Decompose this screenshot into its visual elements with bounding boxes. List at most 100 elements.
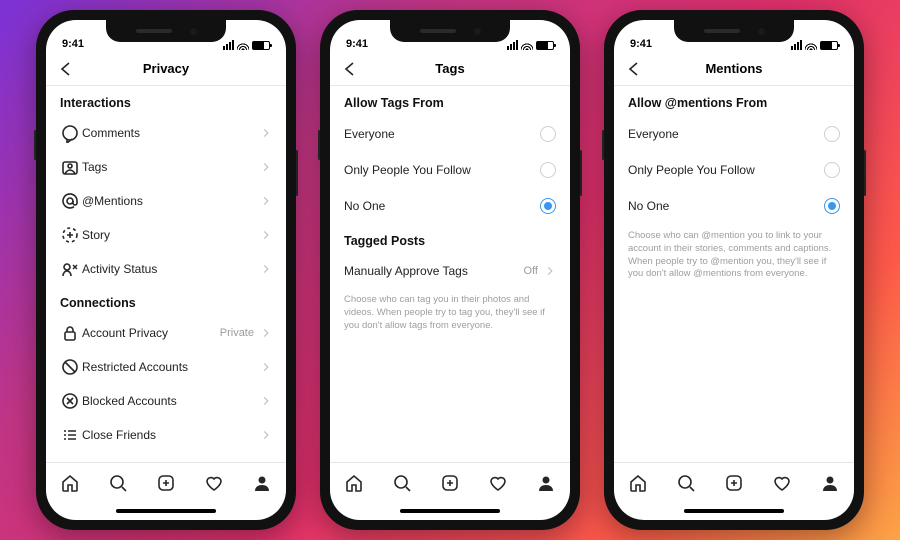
tab-activity-heart[interactable] — [204, 473, 224, 493]
notch — [674, 20, 794, 42]
screen: 9:41 Privacy Interactions Comments Tags … — [46, 20, 286, 520]
section-header: Allow Tags From — [330, 86, 570, 116]
wifi-icon — [237, 41, 249, 50]
row-label: Story — [82, 228, 260, 242]
phone-frame: 9:41 Privacy Interactions Comments Tags … — [36, 10, 296, 530]
screen: 9:41 Mentions Allow @mentions From Every… — [614, 20, 854, 520]
wifi-icon — [805, 41, 817, 50]
closefriends-icon — [60, 425, 82, 445]
row-label: Comments — [82, 126, 260, 140]
back-button[interactable] — [624, 59, 644, 79]
home-indicator — [330, 502, 570, 520]
option-2[interactable]: No One — [330, 188, 570, 224]
row-value: Private — [220, 327, 254, 339]
row-restricted[interactable]: Restricted Accounts — [46, 350, 286, 384]
section-header: Allow @mentions From — [614, 86, 854, 116]
wifi-icon — [521, 41, 533, 50]
tab-create[interactable] — [156, 473, 176, 493]
row-comments[interactable]: Comments — [46, 116, 286, 150]
row-tags[interactable]: Tags — [46, 150, 286, 184]
option-1[interactable]: Only People You Follow — [330, 152, 570, 188]
tab-home[interactable] — [628, 473, 648, 493]
row-blocked[interactable]: Blocked Accounts — [46, 384, 286, 418]
row-label: Close Friends — [82, 428, 260, 442]
radio-icon — [540, 126, 556, 142]
home-indicator — [46, 502, 286, 520]
row-account-privacy[interactable]: Account Privacy Private — [46, 316, 286, 350]
battery-icon — [252, 41, 270, 50]
story-icon — [60, 225, 82, 245]
radio-icon — [824, 198, 840, 214]
option-label: Everyone — [344, 127, 395, 141]
status-time: 9:41 — [62, 38, 84, 50]
tab-create[interactable] — [724, 473, 744, 493]
tab-home[interactable] — [60, 473, 80, 493]
phone-frame: 9:41 Tags Allow Tags From Everyone Only … — [320, 10, 580, 530]
option-1[interactable]: Only People You Follow — [614, 152, 854, 188]
notch — [390, 20, 510, 42]
row-label: Activity Status — [82, 262, 260, 276]
tag-icon — [60, 157, 82, 177]
option-2[interactable]: No One — [614, 188, 854, 224]
chevron-right-icon — [260, 395, 272, 407]
row-close-friends[interactable]: Close Friends — [46, 418, 286, 452]
status-time: 9:41 — [346, 38, 368, 50]
tab-bar — [330, 462, 570, 502]
page-title: Tags — [435, 61, 464, 76]
option-label: No One — [344, 199, 385, 213]
chevron-right-icon — [544, 265, 556, 277]
tab-search[interactable] — [392, 473, 412, 493]
signal-icon — [507, 40, 518, 50]
radio-icon — [540, 198, 556, 214]
content: Allow Tags From Everyone Only People You… — [330, 86, 570, 462]
helper-text: Choose who can tag you in their photos a… — [330, 288, 570, 332]
row-label: Restricted Accounts — [82, 360, 260, 374]
battery-icon — [820, 41, 838, 50]
nav-bar: Mentions — [614, 52, 854, 86]
back-button[interactable] — [56, 59, 76, 79]
tab-home[interactable] — [344, 473, 364, 493]
chevron-right-icon — [260, 127, 272, 139]
restricted-icon — [60, 357, 82, 377]
section-header: Interactions — [46, 86, 286, 116]
section-header: Tagged Posts — [330, 224, 570, 254]
back-button[interactable] — [340, 59, 360, 79]
chevron-right-icon — [260, 429, 272, 441]
tab-profile[interactable] — [536, 473, 556, 493]
tab-search[interactable] — [108, 473, 128, 493]
battery-icon — [536, 41, 554, 50]
option-0[interactable]: Everyone — [614, 116, 854, 152]
activity-icon — [60, 259, 82, 279]
tab-create[interactable] — [440, 473, 460, 493]
page-title: Mentions — [705, 61, 762, 76]
page-title: Privacy — [143, 61, 189, 76]
row-label: Tags — [82, 160, 260, 174]
chevron-right-icon — [260, 263, 272, 275]
radio-icon — [824, 126, 840, 142]
option-label: Only People You Follow — [628, 163, 755, 177]
row-value: Off — [524, 265, 538, 277]
tab-profile[interactable] — [252, 473, 272, 493]
screen: 9:41 Tags Allow Tags From Everyone Only … — [330, 20, 570, 520]
blocked-icon — [60, 391, 82, 411]
tab-search[interactable] — [676, 473, 696, 493]
section-header: Connections — [46, 286, 286, 316]
status-time: 9:41 — [630, 38, 652, 50]
option-0[interactable]: Everyone — [330, 116, 570, 152]
status-right — [507, 40, 554, 50]
option-label: Only People You Follow — [344, 163, 471, 177]
chevron-right-icon — [260, 229, 272, 241]
tab-profile[interactable] — [820, 473, 840, 493]
row-story[interactable]: Story — [46, 218, 286, 252]
row-label: @Mentions — [82, 194, 260, 208]
radio-icon — [824, 162, 840, 178]
tab-activity-heart[interactable] — [772, 473, 792, 493]
tab-bar — [614, 462, 854, 502]
row-label: Blocked Accounts — [82, 394, 260, 408]
row-activity-status[interactable]: Activity Status — [46, 252, 286, 286]
chevron-right-icon — [260, 361, 272, 373]
tab-activity-heart[interactable] — [488, 473, 508, 493]
option-label: Everyone — [628, 127, 679, 141]
row-mentions[interactable]: @Mentions — [46, 184, 286, 218]
row-manually-approve[interactable]: Manually Approve Tags Off — [330, 254, 570, 288]
